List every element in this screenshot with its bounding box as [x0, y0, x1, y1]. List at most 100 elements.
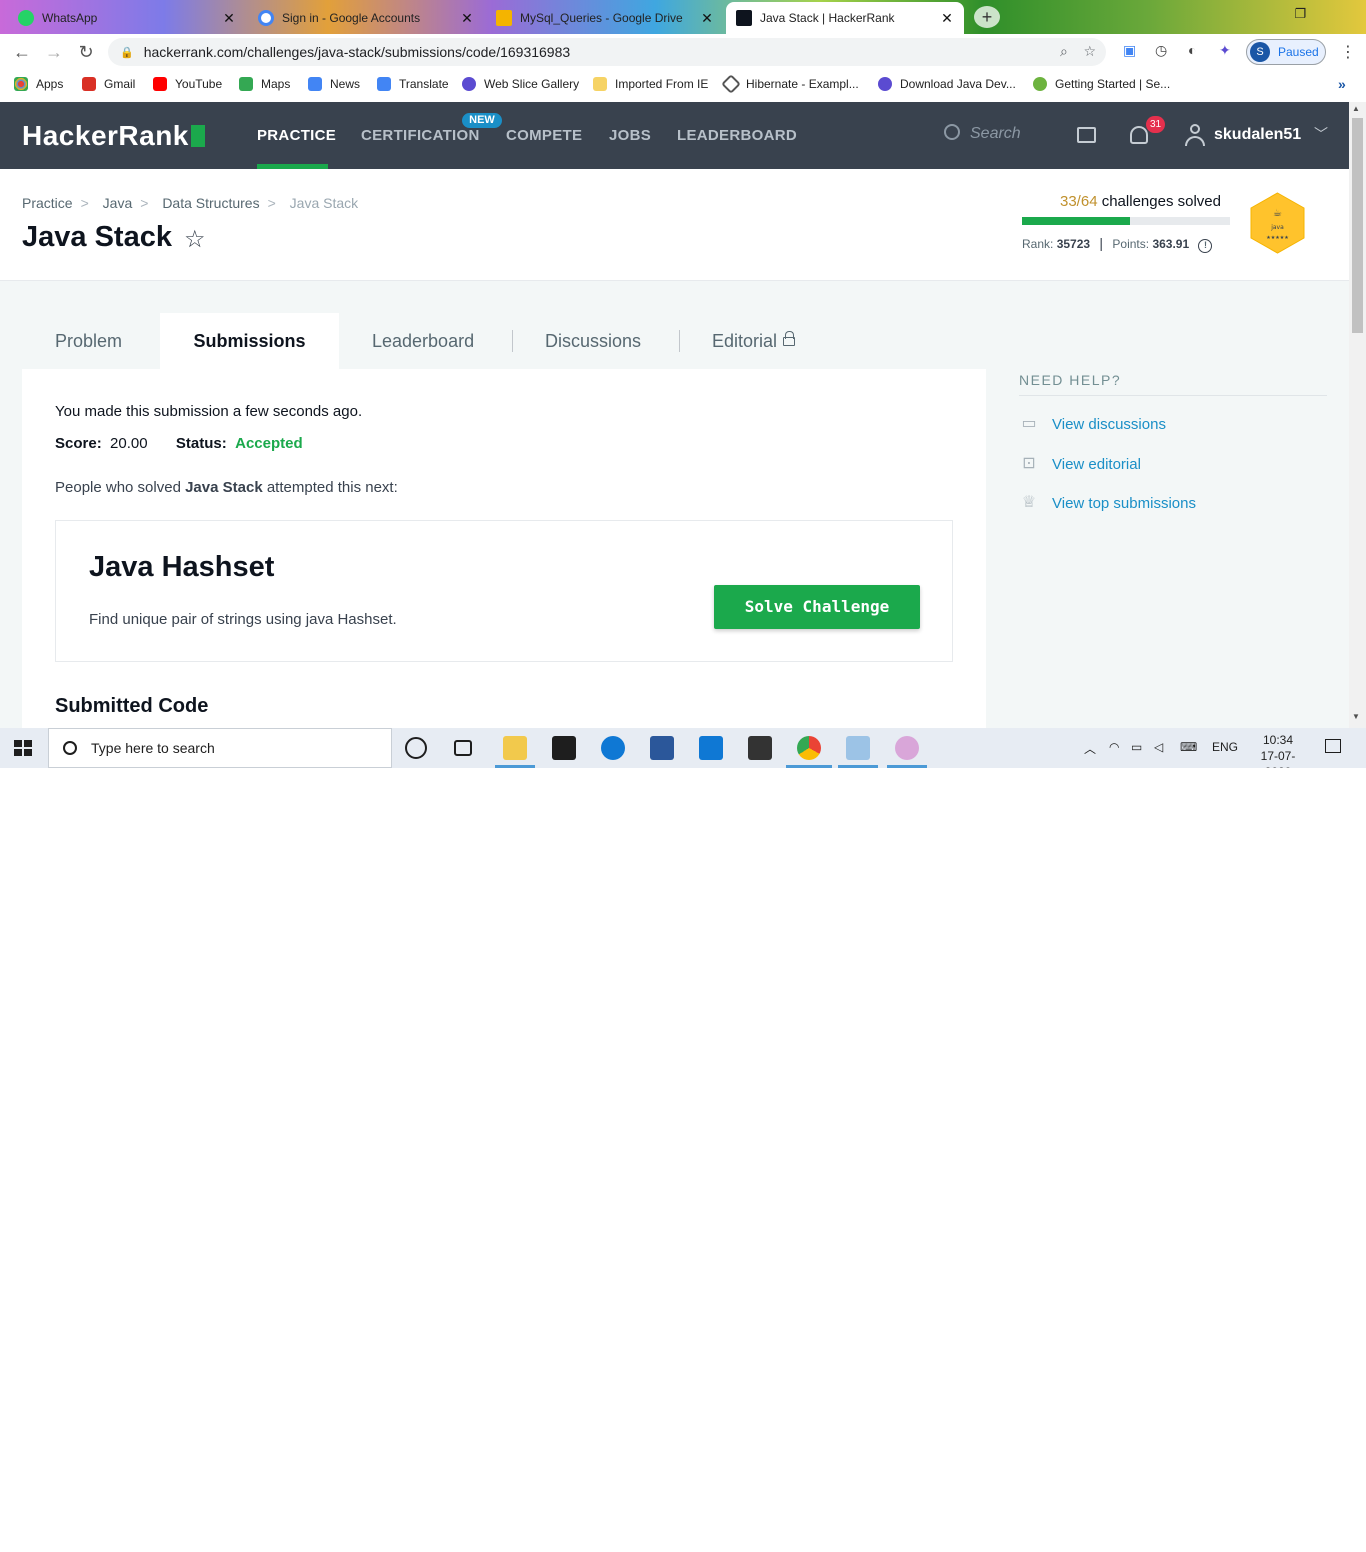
back-icon[interactable]: ←: [6, 42, 38, 63]
view-top-submissions-link[interactable]: ♕ View top submissions: [1019, 494, 1196, 512]
bookmark-translate[interactable]: Translate: [377, 77, 449, 91]
bookmark-download-java[interactable]: Download Java Dev...: [878, 77, 1016, 91]
close-icon[interactable]: ✕: [460, 10, 474, 27]
chevron-up-icon[interactable]: ︿: [1084, 740, 1096, 757]
bookmark-getting-started[interactable]: Getting Started | Se...: [1033, 77, 1170, 91]
puzzle-extension-icon[interactable]: ✦: [1219, 42, 1231, 59]
browser-tab-hackerrank[interactable]: Java Stack | HackerRank ✕: [726, 2, 964, 34]
browser-tab-google-drive[interactable]: MySql_Queries - Google Drive ✕: [486, 2, 724, 34]
bookmark-news[interactable]: News: [308, 77, 360, 91]
scroll-up-icon[interactable]: ▲: [1352, 104, 1360, 113]
file-explorer-icon[interactable]: [503, 736, 527, 760]
search-input[interactable]: Search: [944, 124, 1021, 143]
chevron-down-icon[interactable]: ﹀: [1314, 124, 1328, 144]
taskbar-search-input[interactable]: Type here to search: [48, 728, 392, 768]
solved-count: 33/64: [1060, 193, 1098, 210]
bell-icon[interactable]: [1130, 126, 1148, 144]
google-drive-icon: [496, 10, 512, 26]
tab-title: MySql_Queries - Google Drive: [520, 11, 683, 25]
breadcrumb-data-structures[interactable]: Data Structures: [162, 195, 259, 211]
status-badge: Accepted: [235, 435, 303, 452]
browser-tab-google-accounts[interactable]: Sign in - Google Accounts ✕: [248, 2, 484, 34]
nav-certification[interactable]: CERTIFICATION: [361, 127, 480, 144]
translate-icon: [377, 77, 391, 91]
more-bookmarks-icon[interactable]: »: [1338, 76, 1346, 92]
screen: WhatsApp ✕ Sign in - Google Accounts ✕ M…: [0, 0, 1366, 768]
paint-icon[interactable]: [895, 736, 919, 760]
solve-challenge-button[interactable]: Solve Challenge: [714, 585, 920, 629]
profile-button[interactable]: S Paused: [1246, 39, 1326, 65]
tab-leaderboard[interactable]: Leaderboard: [372, 313, 474, 369]
nav-leaderboard[interactable]: LEADERBOARD: [677, 127, 797, 144]
new-tab-button[interactable]: +: [974, 6, 1000, 28]
sticky-notes-icon[interactable]: [748, 736, 772, 760]
cortana-icon[interactable]: [405, 737, 427, 759]
address-bar[interactable]: 🔒 hackerrank.com/challenges/java-stack/s…: [108, 38, 1106, 66]
mail-icon[interactable]: [699, 736, 723, 760]
windows-taskbar: Type here to search ︿ ◠ ▭ ◁ ⌨ ENG 10:34 …: [0, 728, 1366, 768]
language-indicator[interactable]: ENG: [1212, 740, 1238, 754]
scrollbar-thumb[interactable]: [1352, 118, 1363, 333]
scroll-down-icon[interactable]: ▼: [1352, 712, 1360, 721]
extension-icon[interactable]: ◐: [1188, 42, 1196, 58]
translate-extension-icon[interactable]: ▣: [1123, 42, 1136, 59]
notification-center-icon[interactable]: [1325, 739, 1341, 753]
username[interactable]: skudalen51: [1214, 126, 1301, 144]
keyboard-icon[interactable]: ⌨: [1180, 740, 1197, 754]
java-badge[interactable]: ☕ java ★★★★★: [1249, 192, 1306, 254]
bookmark-apps[interactable]: Apps: [14, 77, 63, 91]
zoom-and-bookmark-icons[interactable]: ⌕ ☆: [1060, 43, 1096, 60]
windows-start-icon[interactable]: [14, 740, 32, 756]
tab-submissions[interactable]: Submissions: [160, 313, 339, 369]
bookmark-gmail[interactable]: Gmail: [82, 77, 135, 91]
restore-window-icon[interactable]: ❐: [1294, 6, 1306, 22]
edge-icon[interactable]: [601, 736, 625, 760]
close-icon[interactable]: ✕: [700, 10, 714, 27]
view-editorial-link[interactable]: ⊡ View editorial: [1019, 455, 1141, 473]
points-value: 363.91: [1152, 237, 1190, 251]
next-challenge-title[interactable]: Java Hashset: [89, 551, 274, 584]
info-icon[interactable]: !: [1198, 239, 1213, 253]
nav-compete[interactable]: COMPETE: [506, 127, 582, 144]
user-icon[interactable]: [1185, 124, 1205, 146]
tab-problem[interactable]: Problem: [55, 313, 122, 369]
forward-icon[interactable]: →: [38, 42, 70, 63]
bookmark-maps[interactable]: Maps: [239, 77, 290, 91]
messages-icon[interactable]: [1077, 127, 1096, 143]
hexagon-badge-icon: ☕ java ★★★★★: [1250, 192, 1305, 254]
nav-practice[interactable]: PRACTICE: [257, 127, 336, 144]
bookmark-web-slice-gallery[interactable]: Web Slice Gallery: [462, 77, 579, 91]
battery-icon[interactable]: ▭: [1131, 740, 1142, 754]
bookmark-label: News: [330, 77, 361, 91]
view-discussions-link[interactable]: ▭ View discussions: [1019, 415, 1166, 433]
next-challenge-description: Find unique pair of strings using java H…: [89, 611, 397, 628]
bookmark-hibernate[interactable]: Hibernate - Exampl...: [721, 74, 859, 94]
store-icon[interactable]: [552, 736, 576, 760]
page-scrollbar[interactable]: ▲ ▼: [1349, 102, 1366, 728]
hackerrank-logo[interactable]: HackerRank: [22, 120, 205, 152]
bookmark-label: Gmail: [104, 77, 136, 91]
tab-discussions[interactable]: Discussions: [545, 313, 641, 369]
reload-icon[interactable]: ↻: [70, 42, 102, 63]
star-icon[interactable]: ☆: [184, 225, 206, 254]
word-icon[interactable]: [650, 736, 674, 760]
close-icon[interactable]: ✕: [222, 10, 236, 27]
browser-menu-icon[interactable]: ⋮: [1340, 42, 1356, 62]
breadcrumb-practice[interactable]: Practice: [22, 195, 73, 211]
volume-icon[interactable]: ◁: [1154, 740, 1163, 754]
wifi-icon[interactable]: ◠: [1109, 740, 1119, 754]
speed-extension-icon[interactable]: ◷: [1155, 42, 1167, 59]
book-icon: ⊡: [1022, 455, 1036, 472]
clock[interactable]: 10:34 17-07-2020: [1248, 732, 1308, 768]
task-view-icon[interactable]: [454, 740, 472, 756]
close-icon[interactable]: ✕: [940, 10, 954, 27]
nav-jobs[interactable]: JOBS: [609, 127, 651, 144]
tab-editorial[interactable]: Editorial: [712, 313, 796, 369]
breadcrumb-java[interactable]: Java: [103, 195, 133, 211]
bookmark-youtube[interactable]: YouTube: [153, 77, 222, 91]
browser-tab-whatsapp[interactable]: WhatsApp ✕: [8, 2, 246, 34]
chrome-icon[interactable]: [797, 736, 821, 760]
notepad-icon[interactable]: [846, 736, 870, 760]
rank-label: Rank:: [1022, 237, 1054, 251]
bookmark-imported-from-ie[interactable]: Imported From IE: [593, 77, 708, 91]
